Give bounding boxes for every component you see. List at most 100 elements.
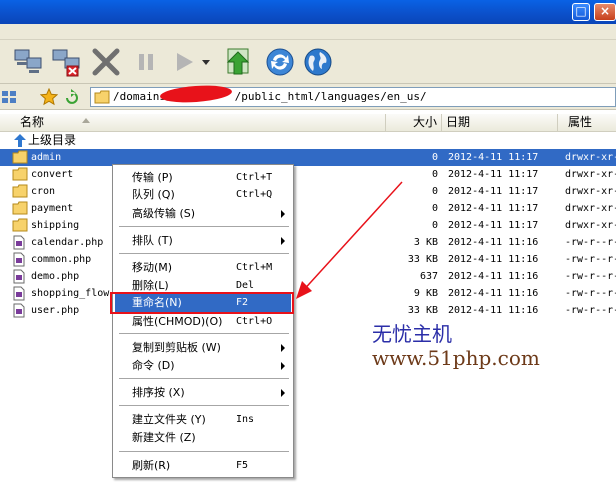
file-name: 上级目录 <box>28 133 77 147</box>
annotation-site-name: 无忧主机 <box>372 322 452 346</box>
menu-item-shortcut: Ins <box>236 414 255 425</box>
menu-separator <box>119 333 289 334</box>
menu-item-new-file[interactable]: 新建文件 (Z) <box>115 429 291 447</box>
bookmark-star-icon[interactable] <box>39 87 59 106</box>
php-file-icon <box>12 252 28 267</box>
menu-item-label: 新建文件 (Z) <box>132 431 196 444</box>
file-name: common.php <box>31 254 92 265</box>
file-row[interactable]: admin 0 2012-4-11 11:17 drwxr-xr-x <box>0 149 616 166</box>
folder-icon <box>12 201 28 216</box>
menu-item-create-folder[interactable]: 建立文件夹 (Y) Ins <box>115 411 291 429</box>
submenu-arrow-icon <box>281 344 285 352</box>
annotation-site-url: www.51php.com <box>372 346 540 370</box>
title-bar: □ × <box>0 0 616 24</box>
file-date: 2012-4-11 11:16 <box>448 254 539 265</box>
php-file-icon <box>12 303 28 318</box>
menu-separator <box>119 378 289 379</box>
menu-item-refresh[interactable]: 刷新(R) F5 <box>115 457 291 475</box>
php-file-icon <box>12 286 28 301</box>
refresh-icon[interactable] <box>264 46 296 78</box>
play-dropdown-icon[interactable] <box>198 46 214 78</box>
column-name[interactable]: 名称 <box>16 114 386 132</box>
menu-item-shortcut: F5 <box>236 460 249 471</box>
menu-item-label: 移动(M) <box>132 261 173 274</box>
file-date: 2012-4-11 11:17 <box>448 152 539 163</box>
menu-item-label: 排队 (T) <box>132 234 173 247</box>
file-name: shopping_flow. <box>31 288 116 299</box>
menu-item-label: 命令 (D) <box>132 359 175 372</box>
file-name: user.php <box>31 305 80 316</box>
file-date: 2012-4-11 11:17 <box>448 186 539 197</box>
menu-item-move[interactable]: 移动(M) Ctrl+M <box>115 259 291 277</box>
file-date: 2012-4-11 11:17 <box>448 203 539 214</box>
connect-icon[interactable] <box>12 46 44 78</box>
menu-item-label: 高级传输 (S) <box>132 207 196 220</box>
view-icon[interactable] <box>0 88 18 106</box>
context-menu: 传输 (P) Ctrl+T 队列 (Q) Ctrl+Q 高级传输 (S) 排队 (T) 移动… <box>112 164 294 478</box>
menu-item-sort-by[interactable]: 排序按 (X) <box>115 384 291 402</box>
file-name: shipping <box>31 220 80 231</box>
file-name: payment <box>31 203 74 214</box>
menu-item-shortcut: Ctrl+Q <box>236 189 273 200</box>
cancel-icon[interactable] <box>90 46 122 78</box>
up-arrow-icon <box>12 133 28 148</box>
menu-item-label: 属性(CHMOD)(O) <box>132 315 223 328</box>
menu-separator <box>119 226 289 227</box>
menu-separator <box>119 253 289 254</box>
file-attr: -rw-r--r-- <box>565 271 616 282</box>
file-attr: drwxr-xr-x <box>565 152 616 163</box>
disconnect-icon[interactable] <box>50 46 82 78</box>
file-attr: -rw-r--r-- <box>565 254 616 265</box>
file-date: 2012-4-11 11:16 <box>448 305 539 316</box>
maximize-button[interactable]: □ <box>572 3 590 21</box>
menu-item-enqueue[interactable]: 排队 (T) <box>115 232 291 250</box>
menu-strip <box>0 24 616 40</box>
highlight-box <box>110 292 294 314</box>
menu-item-label: 刷新(R) <box>132 459 171 472</box>
column-date[interactable]: 日期 <box>442 114 558 132</box>
parent-directory-row[interactable]: 上级目录 <box>0 132 616 149</box>
toolbar <box>0 40 616 84</box>
annotation-arrow-icon <box>296 181 403 299</box>
play-icon[interactable] <box>168 46 200 78</box>
go-up-icon[interactable] <box>62 88 80 106</box>
file-date: 2012-4-11 11:17 <box>448 169 539 180</box>
pause-icon[interactable] <box>130 46 162 78</box>
menu-item-shortcut: Ctrl+O <box>236 316 273 327</box>
transfer-icon[interactable] <box>224 46 256 78</box>
menu-item-label: 复制到剪贴板 (W) <box>132 341 221 354</box>
php-file-icon <box>12 269 28 284</box>
address-bar: /domains//public_html/languages/en_us/ <box>0 84 616 110</box>
file-attr: drwxr-xr-x <box>565 186 616 197</box>
folder-icon <box>12 218 28 233</box>
file-attr: drwxr-xr-x <box>565 169 616 180</box>
menu-separator <box>119 405 289 406</box>
menu-item-queue[interactable]: 队列 (Q) Ctrl+Q <box>115 186 291 204</box>
file-attr: -rw-r--r-- <box>565 237 616 248</box>
menu-item-copy-to-clipboard[interactable]: 复制到剪贴板 (W) <box>115 339 291 357</box>
sort-asc-icon <box>82 118 90 123</box>
menu-item-label: 排序按 (X) <box>132 386 185 399</box>
file-date: 2012-4-11 11:17 <box>448 220 539 231</box>
submenu-arrow-icon <box>281 237 285 245</box>
globe-icon[interactable] <box>302 46 334 78</box>
menu-item-command[interactable]: 命令 (D) <box>115 357 291 375</box>
submenu-arrow-icon <box>281 210 285 218</box>
menu-item-properties[interactable]: 属性(CHMOD)(O) Ctrl+O <box>115 313 291 331</box>
menu-item-shortcut: Ctrl+T <box>236 172 273 183</box>
column-attr[interactable]: 属性 <box>558 114 616 132</box>
file-name: convert <box>31 169 74 180</box>
menu-item-advanced-transfer[interactable]: 高级传输 (S) <box>115 205 291 223</box>
close-button[interactable]: × <box>594 3 616 21</box>
column-size[interactable]: 大小 <box>386 114 442 132</box>
file-name: calendar.php <box>31 237 104 248</box>
menu-item-label: 建立文件夹 (Y) <box>132 413 206 426</box>
folder-icon <box>12 150 28 165</box>
folder-icon <box>12 184 28 199</box>
menu-item-transfer[interactable]: 传输 (P) Ctrl+T <box>115 169 291 187</box>
file-attr: -rw-r--r-- <box>565 305 616 316</box>
file-attr: drwxr-xr-x <box>565 220 616 231</box>
folder-icon <box>12 167 28 182</box>
path-suffix: /public_html/languages/en_us/ <box>234 90 427 103</box>
file-attr: drwxr-xr-x <box>565 203 616 214</box>
